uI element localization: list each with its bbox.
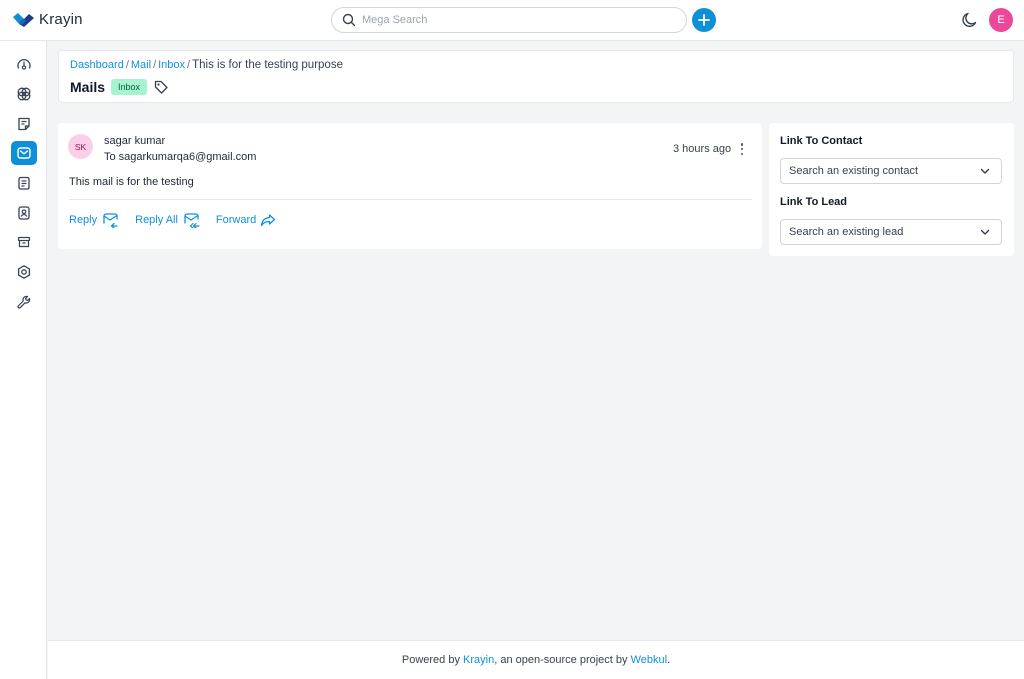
top-header: Krayin E xyxy=(0,0,1024,41)
lead-select-placeholder: Search an existing lead xyxy=(789,226,904,238)
sidebar-item-activities[interactable] xyxy=(11,171,37,195)
page-header-card: Dashboard / Mail / Inbox / This is for the tes… xyxy=(58,50,1014,103)
footer-middle: , an open-source project by xyxy=(494,654,631,666)
mail-timestamp: 3 hours ago xyxy=(673,143,732,155)
sidebar-item-dashboard[interactable] xyxy=(11,53,37,77)
sidebar-item-settings[interactable] xyxy=(11,260,37,284)
breadcrumb-current: This is for the testing purpose xyxy=(192,59,343,71)
wrench-icon xyxy=(16,294,32,310)
app-logo[interactable]: Krayin xyxy=(12,11,83,28)
breadcrumb-mail[interactable]: Mail xyxy=(131,59,151,71)
mail-card: SK sagar kumar To sagarkumarqa6@gmail.co… xyxy=(58,123,762,249)
forward-label: Forward xyxy=(215,214,257,226)
lead-search-select[interactable]: Search an existing lead xyxy=(780,219,1002,245)
sidebar xyxy=(0,41,47,679)
dark-mode-toggle[interactable] xyxy=(961,11,979,29)
krayin-logo-icon xyxy=(12,12,35,28)
footer-prefix: Powered by xyxy=(401,654,464,666)
page-title: Mails xyxy=(70,79,106,95)
recipient-line: To sagarkumarqa6@gmail.com xyxy=(104,151,257,163)
footer-krayin-link[interactable]: Krayin xyxy=(463,654,494,666)
gear-icon xyxy=(16,264,32,280)
sidebar-item-products[interactable] xyxy=(11,230,37,254)
search-icon xyxy=(342,13,356,27)
sender-avatar: SK xyxy=(68,134,93,159)
reply-label: Reply xyxy=(69,214,98,226)
mail-icon xyxy=(16,145,32,161)
reply-all-icon xyxy=(182,212,200,228)
contact-icon xyxy=(16,205,32,221)
breadcrumb: Dashboard / Mail / Inbox / This is for the tes… xyxy=(70,59,343,71)
reply-all-label: Reply All xyxy=(135,214,178,226)
plus-icon xyxy=(698,14,710,26)
breadcrumb-inbox[interactable]: Inbox xyxy=(158,59,185,71)
quick-add-button[interactable] xyxy=(692,8,716,32)
reply-icon xyxy=(101,212,119,228)
mail-body: This mail is for the testing xyxy=(69,176,194,188)
sidebar-item-contacts[interactable] xyxy=(11,201,37,225)
footer-suffix: . xyxy=(667,654,671,666)
link-contact-label: Link To Contact xyxy=(780,135,863,147)
footer-webkul-link[interactable]: Webkul xyxy=(631,654,667,666)
link-panel: Link To Contact Search an existing conta… xyxy=(769,123,1014,256)
box-icon xyxy=(16,234,32,250)
clipboard-icon xyxy=(16,175,32,191)
contact-search-select[interactable]: Search an existing contact xyxy=(780,158,1002,184)
divider xyxy=(69,199,752,200)
sender-name: sagar kumar xyxy=(104,135,166,147)
forward-button[interactable]: Forward xyxy=(216,213,276,227)
moon-icon xyxy=(961,11,979,29)
breadcrumb-dashboard[interactable]: Dashboard xyxy=(70,59,124,71)
sidebar-item-leads[interactable] xyxy=(11,82,37,106)
footer: Powered by Krayin, an open-source projec… xyxy=(48,640,1024,679)
folder-badge: Inbox xyxy=(111,79,148,95)
note-icon xyxy=(16,116,32,132)
link-lead-label: Link To Lead xyxy=(780,196,848,208)
tag-icon[interactable] xyxy=(153,79,169,95)
mega-search[interactable] xyxy=(331,7,687,33)
contact-select-placeholder: Search an existing contact xyxy=(789,165,919,177)
reply-all-button[interactable]: Reply All xyxy=(135,212,200,228)
chevron-down-icon xyxy=(979,226,991,238)
sidebar-item-quotes[interactable] xyxy=(11,112,37,136)
sidebar-item-configuration[interactable] xyxy=(11,290,37,314)
forward-icon xyxy=(260,213,276,227)
search-input[interactable] xyxy=(362,14,662,26)
sidebar-item-mail[interactable] xyxy=(11,141,37,165)
app-name: Krayin xyxy=(39,11,83,28)
mail-actions: Reply Reply All Forward xyxy=(69,212,292,228)
more-options-icon[interactable] xyxy=(738,142,746,156)
filter-icon xyxy=(16,86,32,102)
user-avatar[interactable]: E xyxy=(989,8,1013,32)
gauge-icon xyxy=(16,57,32,73)
chevron-down-icon xyxy=(979,165,991,177)
reply-button[interactable]: Reply xyxy=(69,212,119,228)
